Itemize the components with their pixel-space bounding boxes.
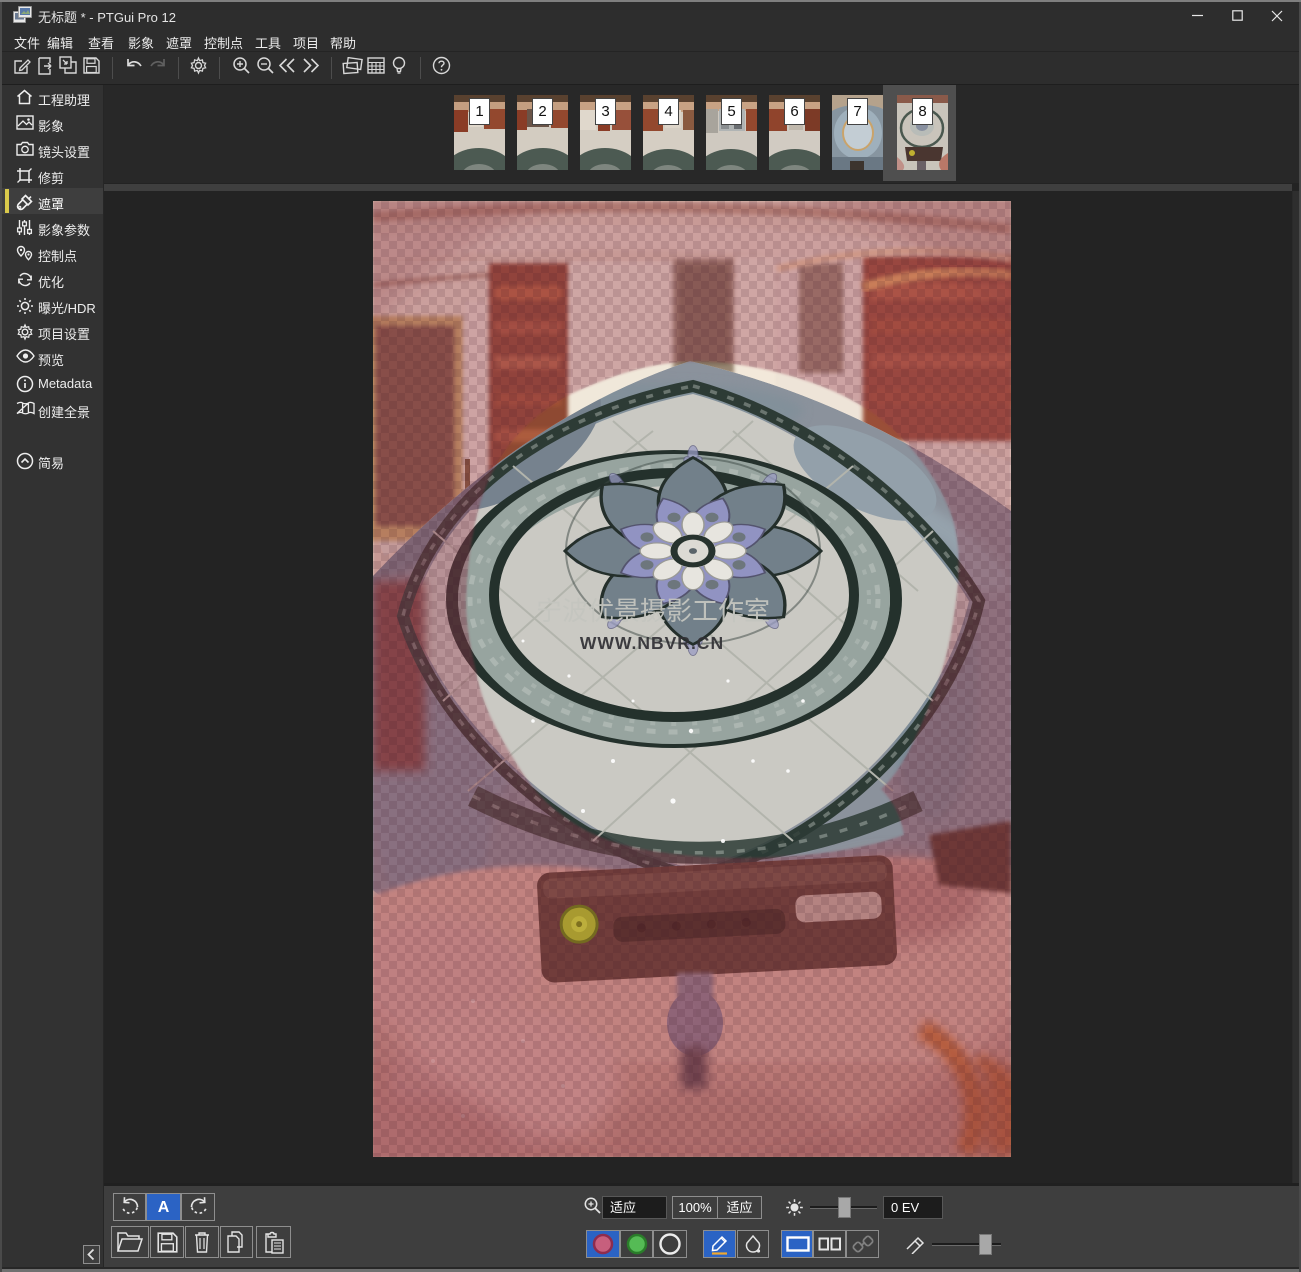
- svg-text:宁波优景摄影工作室: 宁波优景摄影工作室: [536, 596, 770, 626]
- svg-text:WWW.NBVR.CN: WWW.NBVR.CN: [580, 633, 724, 653]
